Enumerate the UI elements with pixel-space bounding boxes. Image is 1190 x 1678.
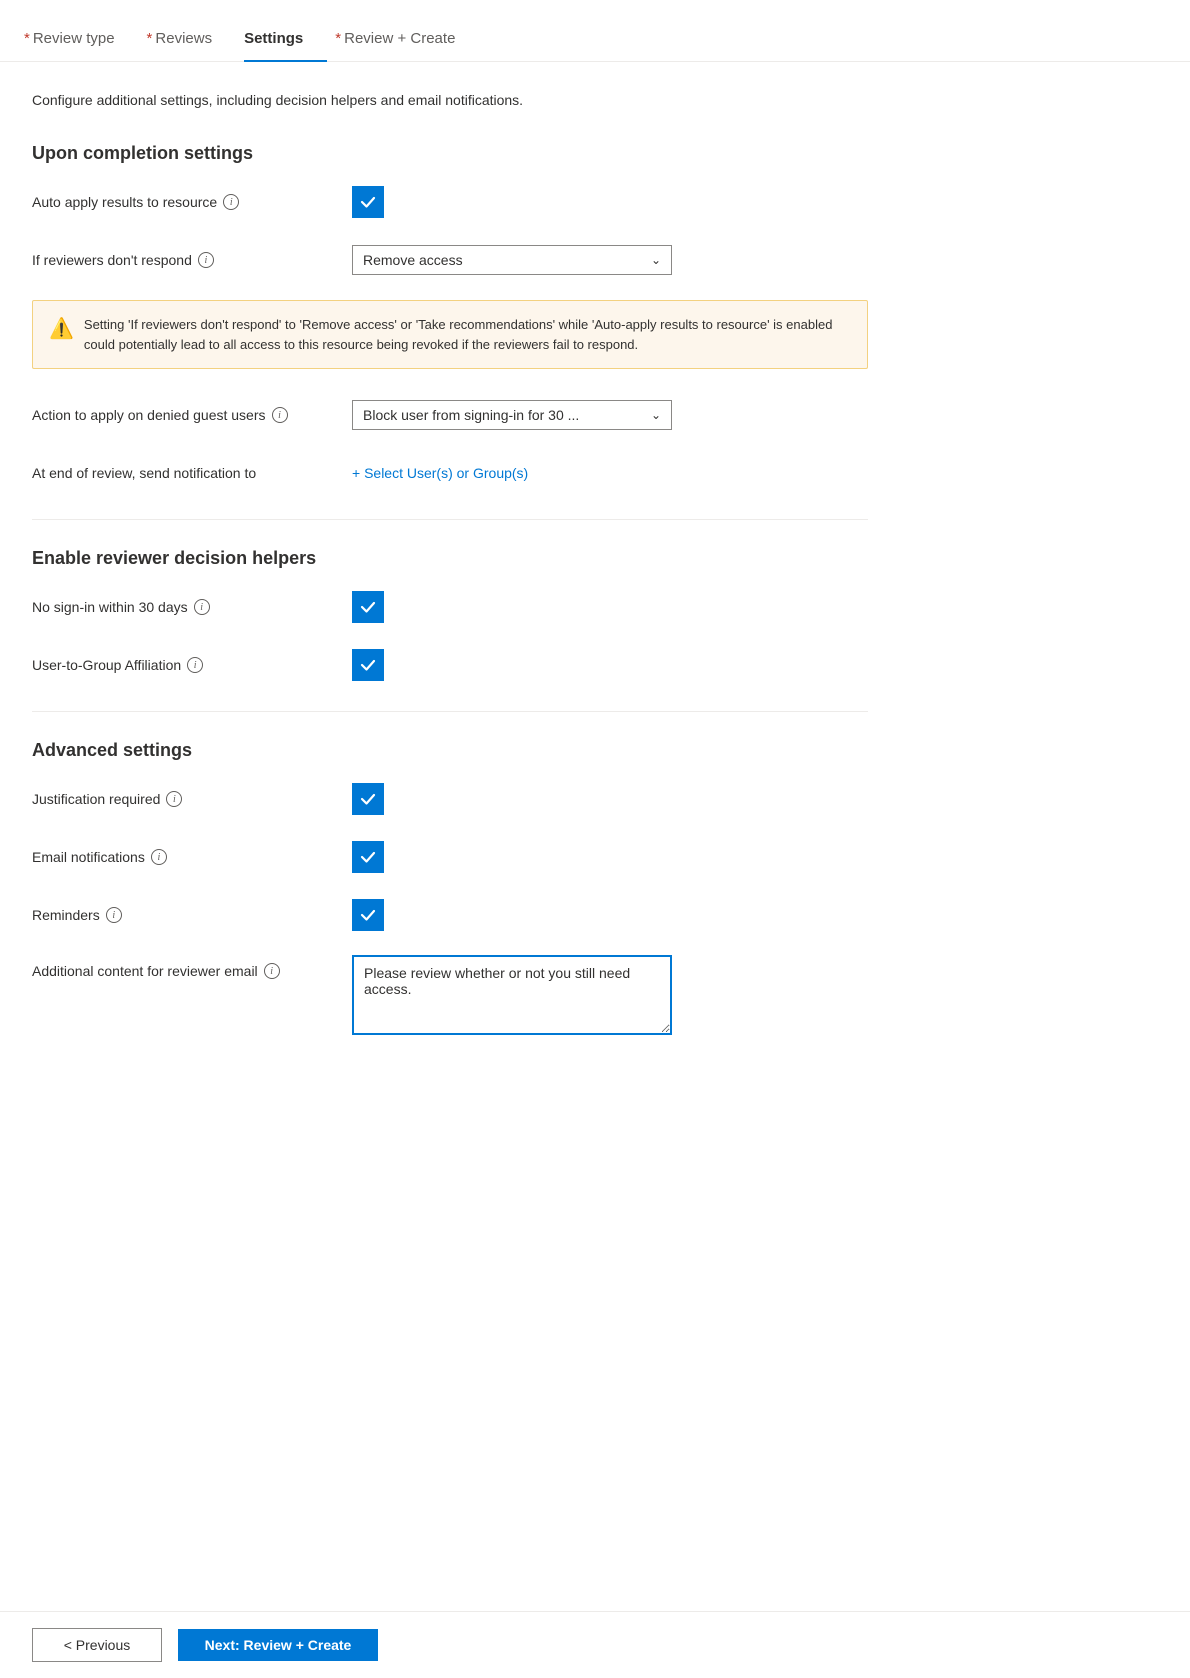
wizard-tabs: * Review type * Reviews Settings * Revie… xyxy=(0,0,1190,62)
tab-review-create[interactable]: * Review + Create xyxy=(335,18,479,61)
email-notifications-label-text: Email notifications xyxy=(32,849,145,865)
action-denied-label: Action to apply on denied guest users i xyxy=(32,407,352,423)
email-notifications-control xyxy=(352,841,868,873)
send-notification-label-text: At end of review, send notification to xyxy=(32,465,256,481)
email-notifications-label: Email notifications i xyxy=(32,849,352,865)
auto-apply-checkbox[interactable] xyxy=(352,186,384,218)
justification-row: Justification required i xyxy=(32,781,868,817)
tab-reviews-req: * xyxy=(147,30,153,47)
auto-apply-label-text: Auto apply results to resource xyxy=(32,194,217,210)
user-group-row: User-to-Group Affiliation i xyxy=(32,647,868,683)
no-signin-checkbox[interactable] xyxy=(352,591,384,623)
warning-triangle-icon: ⚠️ xyxy=(49,316,74,341)
action-denied-chevron-icon: ⌄ xyxy=(651,408,661,422)
divider-2 xyxy=(32,711,868,712)
page-content: Configure additional settings, including… xyxy=(0,62,900,1180)
no-signin-info-icon[interactable]: i xyxy=(194,599,210,615)
decision-helpers-header: Enable reviewer decision helpers xyxy=(32,548,868,569)
warning-box: ⚠️ Setting 'If reviewers don't respond' … xyxy=(32,300,868,369)
additional-content-label-text: Additional content for reviewer email xyxy=(32,963,258,979)
action-denied-info-icon[interactable]: i xyxy=(272,407,288,423)
upon-completion-header: Upon completion settings xyxy=(32,143,868,164)
send-notification-label: At end of review, send notification to xyxy=(32,465,352,481)
user-group-control xyxy=(352,649,868,681)
bottom-nav: < Previous Next: Review + Create xyxy=(0,1611,1190,1678)
justification-label: Justification required i xyxy=(32,791,352,807)
tab-review-type-label: Review type xyxy=(33,30,115,47)
tab-review-create-req: * xyxy=(335,30,341,47)
action-denied-control: Block user from signing-in for 30 ... ⌄ xyxy=(352,400,868,430)
advanced-section: Advanced settings Justification required… xyxy=(32,740,868,1038)
reminders-label: Reminders i xyxy=(32,907,352,923)
select-users-link[interactable]: + Select User(s) or Group(s) xyxy=(352,465,528,481)
warning-text: Setting 'If reviewers don't respond' to … xyxy=(84,315,851,354)
reminders-checkbox[interactable] xyxy=(352,899,384,931)
if-no-respond-info-icon[interactable]: i xyxy=(198,252,214,268)
next-button[interactable]: Next: Review + Create xyxy=(178,1629,378,1661)
divider-1 xyxy=(32,519,868,520)
justification-info-icon[interactable]: i xyxy=(166,791,182,807)
user-group-checkbox[interactable] xyxy=(352,649,384,681)
previous-button[interactable]: < Previous xyxy=(32,1628,162,1662)
advanced-header: Advanced settings xyxy=(32,740,868,761)
send-notification-row: At end of review, send notification to +… xyxy=(32,455,868,491)
tab-reviews[interactable]: * Reviews xyxy=(147,18,237,61)
additional-content-info-icon[interactable]: i xyxy=(264,963,280,979)
justification-label-text: Justification required xyxy=(32,791,160,807)
no-signin-label-text: No sign-in within 30 days xyxy=(32,599,188,615)
tab-review-create-label: Review + Create xyxy=(344,30,455,47)
email-notifications-row: Email notifications i xyxy=(32,839,868,875)
action-denied-label-text: Action to apply on denied guest users xyxy=(32,407,266,423)
reminders-info-icon[interactable]: i xyxy=(106,907,122,923)
action-denied-select[interactable]: Block user from signing-in for 30 ... ⌄ xyxy=(352,400,672,430)
if-no-respond-chevron-icon: ⌄ xyxy=(651,253,661,267)
no-signin-row: No sign-in within 30 days i xyxy=(32,589,868,625)
auto-apply-control xyxy=(352,186,868,218)
justification-control xyxy=(352,783,868,815)
email-notifications-info-icon[interactable]: i xyxy=(151,849,167,865)
auto-apply-row: Auto apply results to resource i xyxy=(32,184,868,220)
tab-settings[interactable]: Settings xyxy=(244,18,327,61)
justification-checkbox[interactable] xyxy=(352,783,384,815)
no-signin-control xyxy=(352,591,868,623)
page-description: Configure additional settings, including… xyxy=(32,90,868,111)
tab-reviews-label: Reviews xyxy=(155,30,212,47)
user-group-label-text: User-to-Group Affiliation xyxy=(32,657,181,673)
auto-apply-label: Auto apply results to resource i xyxy=(32,194,352,210)
if-no-respond-value: Remove access xyxy=(363,252,463,268)
user-group-label: User-to-Group Affiliation i xyxy=(32,657,352,673)
tab-settings-label: Settings xyxy=(244,30,303,47)
user-group-info-icon[interactable]: i xyxy=(187,657,203,673)
no-signin-label: No sign-in within 30 days i xyxy=(32,599,352,615)
decision-helpers-section: Enable reviewer decision helpers No sign… xyxy=(32,548,868,683)
send-notification-control: + Select User(s) or Group(s) xyxy=(352,465,868,481)
additional-content-textarea[interactable]: Please review whether or not you still n… xyxy=(352,955,672,1035)
if-no-respond-label-text: If reviewers don't respond xyxy=(32,252,192,268)
reminders-row: Reminders i xyxy=(32,897,868,933)
reminders-control xyxy=(352,899,868,931)
if-no-respond-row: If reviewers don't respond i Remove acce… xyxy=(32,242,868,278)
auto-apply-info-icon[interactable]: i xyxy=(223,194,239,210)
reminders-label-text: Reminders xyxy=(32,907,100,923)
upon-completion-section: Upon completion settings Auto apply resu… xyxy=(32,143,868,491)
if-no-respond-label: If reviewers don't respond i xyxy=(32,252,352,268)
tab-review-type-req: * xyxy=(24,30,30,47)
additional-content-row: Additional content for reviewer email i … xyxy=(32,955,868,1038)
action-denied-value: Block user from signing-in for 30 ... xyxy=(363,407,579,423)
if-no-respond-select[interactable]: Remove access ⌄ xyxy=(352,245,672,275)
tab-review-type[interactable]: * Review type xyxy=(24,18,139,61)
additional-content-control: Please review whether or not you still n… xyxy=(352,955,868,1038)
email-notifications-checkbox[interactable] xyxy=(352,841,384,873)
if-no-respond-control: Remove access ⌄ xyxy=(352,245,868,275)
action-denied-row: Action to apply on denied guest users i … xyxy=(32,397,868,433)
additional-content-label: Additional content for reviewer email i xyxy=(32,963,352,979)
